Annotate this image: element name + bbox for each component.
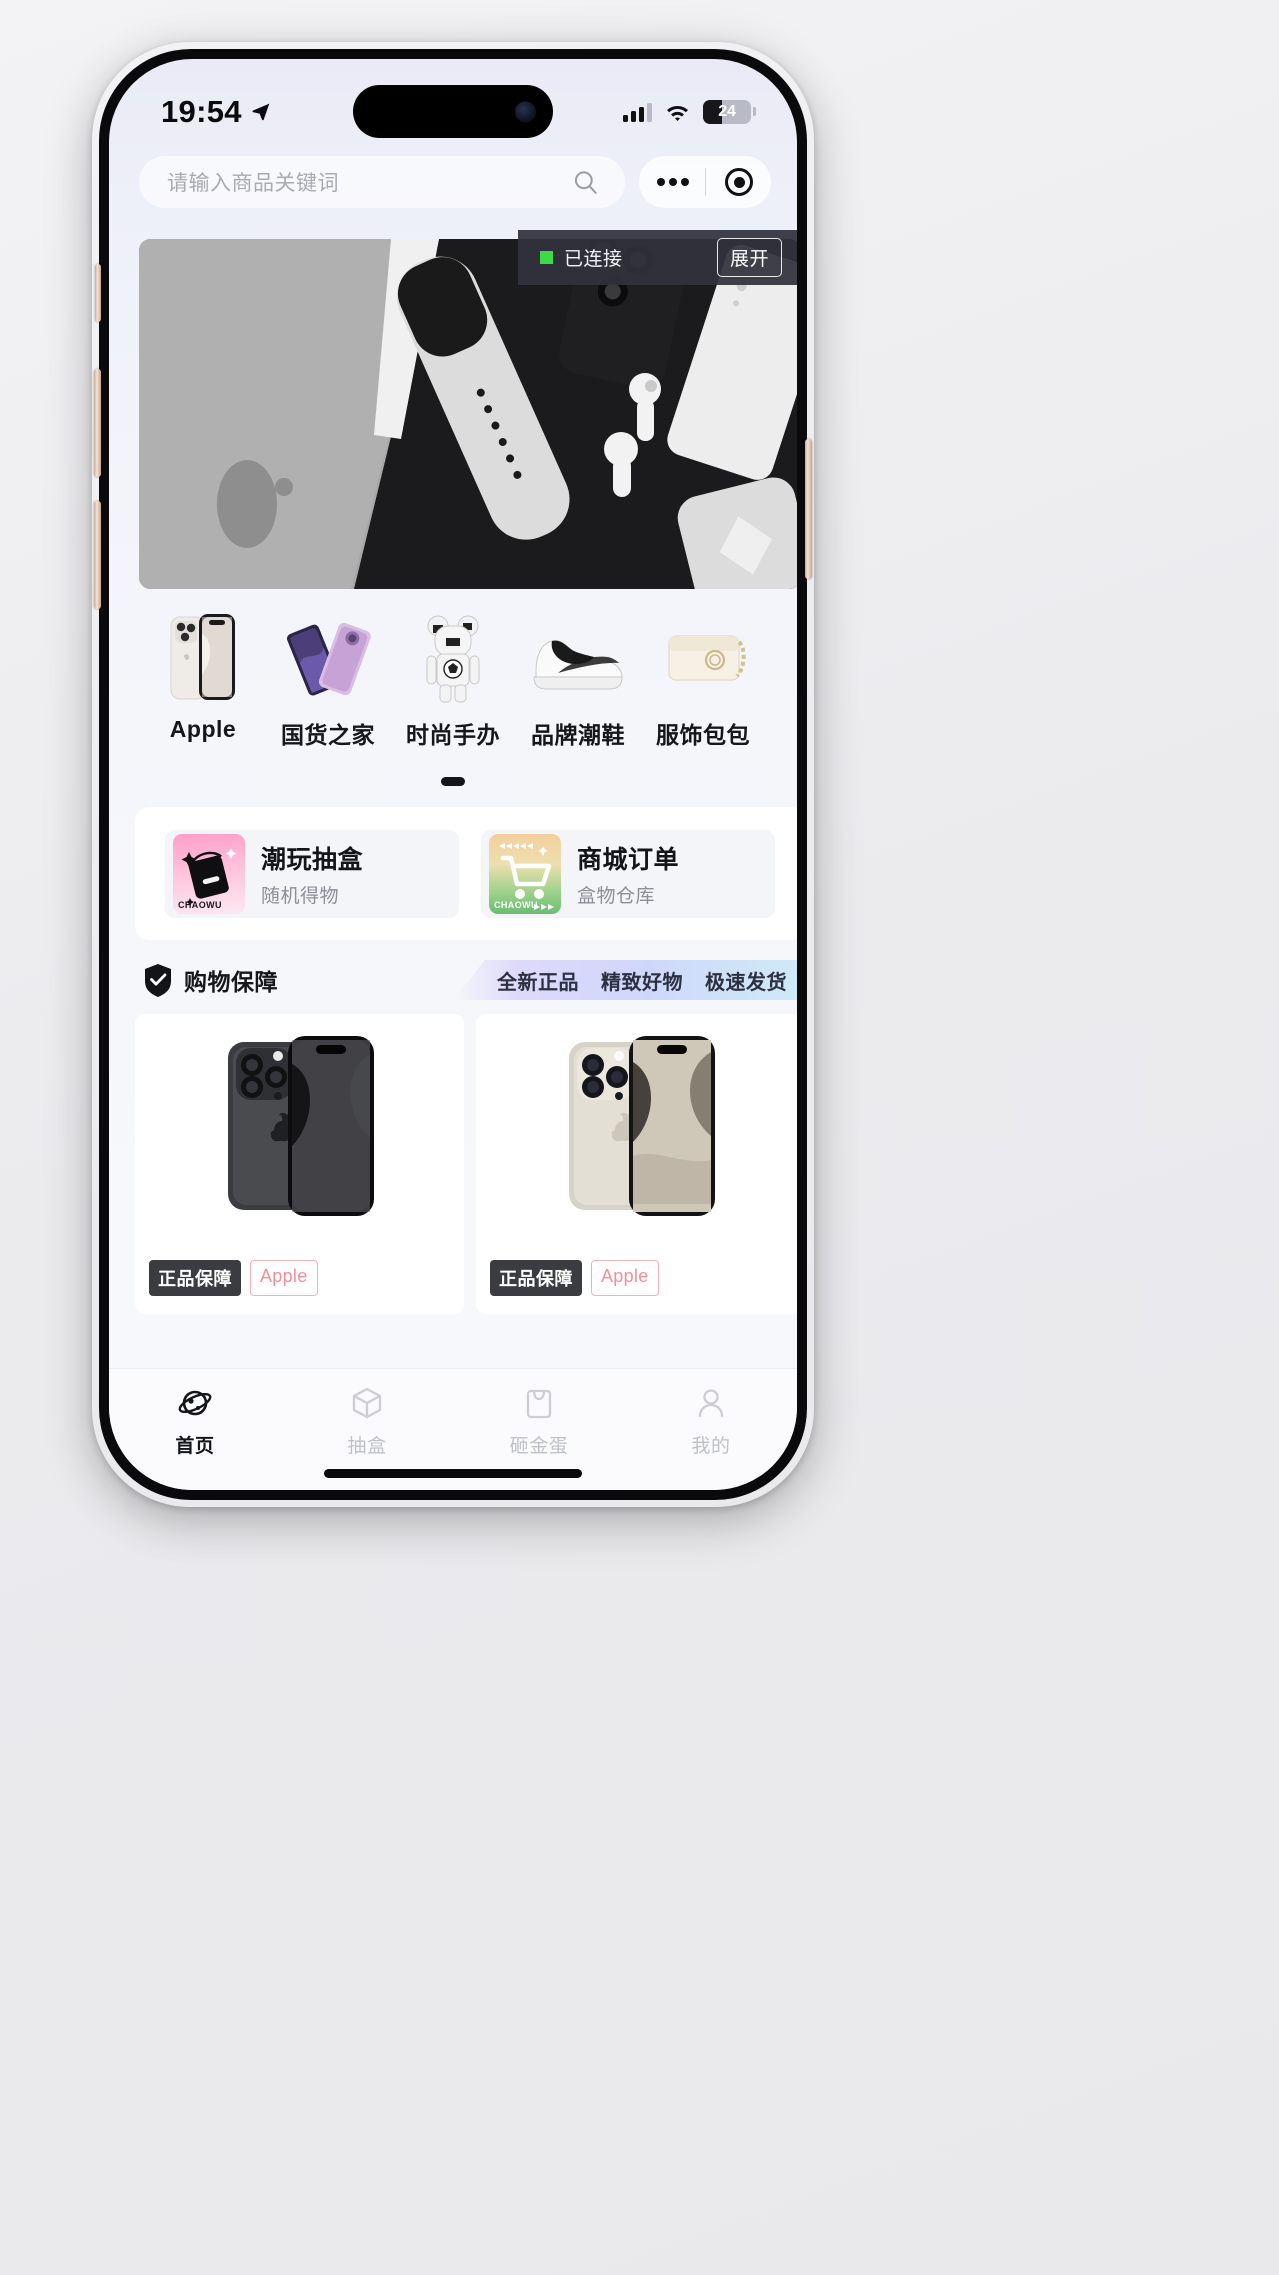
carousel-page-indicator[interactable] (441, 777, 465, 786)
status-bar-left: 19:54 (161, 94, 271, 130)
search-icon[interactable] (572, 169, 599, 196)
guarantee-label: 购物保障 (184, 969, 278, 995)
devtools-connected-banner: 已连接 展开 (518, 230, 797, 285)
phone-device-frame: 19:54 24 请输入商品关键词 已连接 展开 Apple 国货之家 时尚手办… (92, 42, 814, 1507)
gift-bag-icon (519, 1383, 559, 1423)
entry-card-orders[interactable]: CHAOWU 商城订单 盒物仓库 (481, 829, 775, 918)
iphone-white-icon (151, 612, 255, 704)
tab-label: 抽盒 (347, 1436, 387, 1457)
status-bar-right: 24 (623, 100, 756, 124)
entry-card-text: 商城订单 盒物仓库 (577, 840, 679, 908)
battery-icon: 24 (703, 100, 756, 124)
entry-title: 潮玩抽盒 (261, 845, 364, 874)
tab-home[interactable]: 首页 (109, 1383, 281, 1458)
product-image-natural-titanium (476, 1014, 797, 1239)
tab-profile[interactable]: 我的 (625, 1383, 797, 1458)
screenshot-root: 19:54 24 请输入商品关键词 已连接 展开 Apple 国货之家 时尚手办… (0, 0, 1279, 2275)
wifi-icon (667, 105, 688, 121)
shield-check-icon (145, 964, 171, 997)
volume-down-button[interactable] (94, 501, 101, 609)
category-label: 时尚手办 (406, 722, 500, 748)
category-item-sneakers[interactable]: 品牌潮鞋 (518, 612, 638, 750)
tab-blindbox[interactable]: 抽盒 (281, 1383, 453, 1458)
power-button[interactable] (805, 439, 812, 579)
entry-card-blindbox[interactable]: CHAOWU 潮玩抽盒 随机得物 (165, 829, 459, 918)
category-row: Apple 国货之家 时尚手办 品牌潮鞋 服饰包包 (109, 612, 797, 750)
search-placeholder: 请输入商品关键词 (167, 172, 339, 195)
connection-status-dot (540, 251, 553, 264)
bearbrick-figure-icon (401, 612, 505, 704)
product-card[interactable]: 正品保障 Apple (135, 1014, 464, 1314)
category-label: 服饰包包 (656, 722, 750, 748)
entry-subtitle: 随机得物 (261, 885, 340, 907)
category-label: 品牌潮鞋 (531, 722, 625, 748)
product-badge-brand: Apple (250, 1260, 318, 1296)
guarantee-tag: 全新正品 (497, 971, 579, 994)
mystery-box-icon: CHAOWU (173, 833, 245, 914)
category-item-figures[interactable]: 时尚手办 (393, 612, 513, 750)
hero-banner-image[interactable] (139, 239, 797, 589)
more-dots-icon[interactable] (657, 178, 689, 186)
entry-card-text: 潮玩抽盒 随机得物 (261, 840, 363, 908)
entry-brand-label: CHAOWU (178, 899, 222, 910)
guarantee-left: 购物保障 (135, 963, 278, 997)
person-icon (691, 1383, 731, 1423)
battery-percent: 24 (718, 103, 736, 120)
product-card[interactable]: 正品保障 Apple (476, 1014, 797, 1314)
location-arrow-icon (252, 103, 270, 121)
handbag-icon (651, 612, 755, 704)
connection-status-text: 已连接 (564, 249, 623, 270)
front-camera-icon (515, 101, 536, 122)
product-badges: 正品保障 Apple (490, 1260, 659, 1296)
product-image-black-titanium (135, 1014, 464, 1239)
entry-subtitle: 盒物仓库 (577, 885, 656, 907)
tab-label: 我的 (691, 1436, 731, 1457)
category-item-bags[interactable]: 服饰包包 (643, 612, 763, 750)
capsule-divider (705, 168, 706, 196)
silent-switch-button[interactable] (95, 264, 101, 322)
shopping-cart-icon: CHAOWU (489, 833, 561, 914)
phone-bezel: 19:54 24 请输入商品关键词 已连接 展开 Apple 国货之家 时尚手办… (94, 49, 812, 1500)
product-grid: 正品保障 Apple 正品保障 Apple (135, 1014, 797, 1314)
tab-label: 首页 (175, 1436, 215, 1457)
banner-artwork (139, 239, 797, 589)
entry-card-panel: CHAOWU 潮玩抽盒 随机得物 CHAOWU 商城订单 盒物仓库 (135, 807, 797, 940)
status-time: 19:54 (161, 94, 242, 129)
cellular-signal-icon (623, 102, 652, 122)
target-circle-icon[interactable] (725, 168, 753, 196)
expand-button[interactable]: 展开 (716, 238, 782, 277)
app-header: 请输入商品关键词 (109, 145, 797, 219)
entry-title: 商城订单 (577, 845, 680, 874)
miniprogram-capsule[interactable] (639, 156, 771, 208)
planet-icon (175, 1383, 215, 1423)
volume-up-button[interactable] (94, 369, 101, 477)
product-badge-brand: Apple (591, 1260, 659, 1296)
category-item-apple[interactable]: Apple (143, 612, 263, 750)
category-item-domestic[interactable]: 国货之家 (268, 612, 388, 750)
box-cube-icon (347, 1383, 387, 1423)
category-label: 国货之家 (281, 722, 375, 748)
home-indicator[interactable] (324, 1469, 582, 1478)
tab-goldenegg[interactable]: 砸金蛋 (453, 1383, 625, 1458)
guarantee-tag: 精致好物 (601, 971, 683, 994)
product-badge-authentic: 正品保障 (149, 1260, 241, 1296)
foldable-phone-icon (276, 612, 380, 704)
category-label: Apple (169, 716, 237, 742)
shopping-guarantee-bar: 购物保障 全新正品 精致好物 极速发货 (135, 954, 797, 1006)
phone-screen: 19:54 24 请输入商品关键词 已连接 展开 Apple 国货之家 时尚手办… (109, 59, 797, 1490)
tab-label: 砸金蛋 (509, 1436, 569, 1457)
product-badges: 正品保障 Apple (149, 1260, 318, 1296)
guarantee-tag: 极速发货 (705, 971, 787, 994)
search-bar[interactable]: 请输入商品关键词 (139, 156, 625, 208)
entry-brand-label: CHAOWU (494, 899, 538, 910)
sneaker-icon (526, 612, 630, 704)
guarantee-tags: 全新正品 精致好物 极速发货 (453, 960, 797, 1000)
dynamic-island (353, 85, 553, 138)
product-badge-authentic: 正品保障 (490, 1260, 582, 1296)
